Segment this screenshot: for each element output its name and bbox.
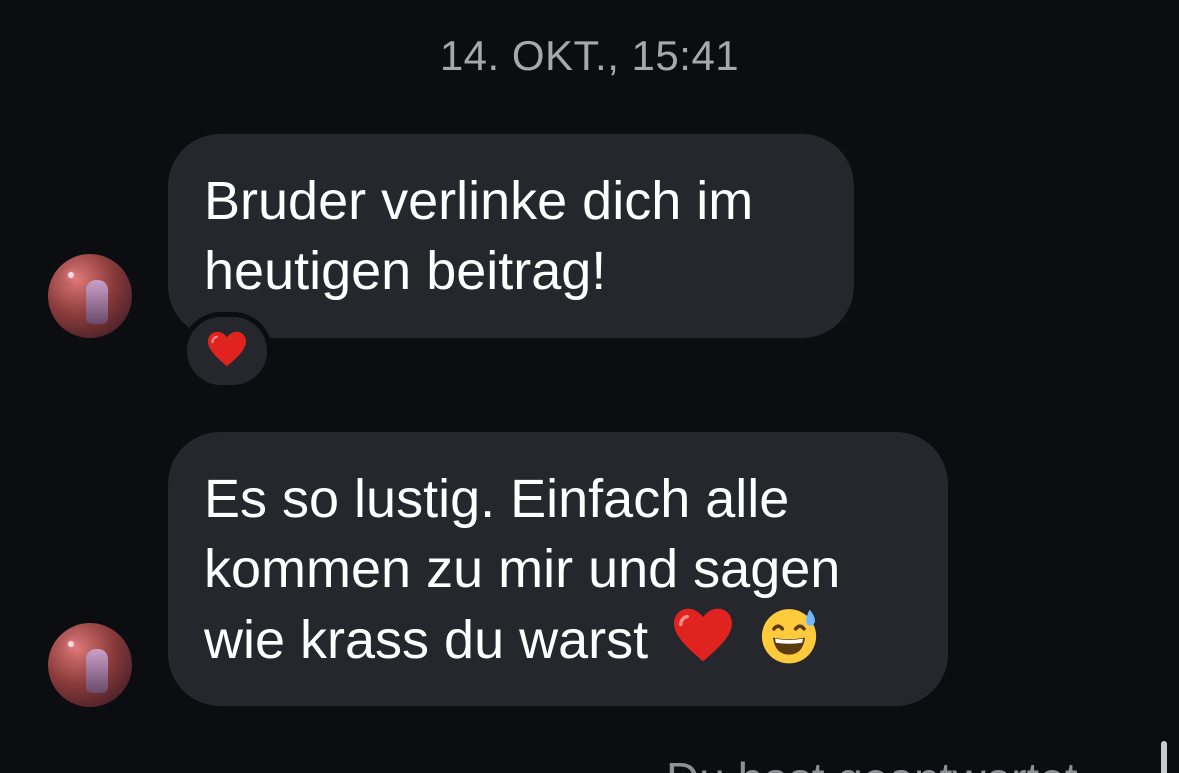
message-text-line: kommen zu mir und sagen — [204, 539, 841, 599]
avatar-detail — [86, 649, 108, 693]
message-text-line: wie krass du warst — [204, 609, 649, 670]
scrollbar[interactable] — [1161, 741, 1167, 773]
message-text-line-with-emoji: wie krass du warst — [204, 604, 912, 683]
grinning-sweat-icon — [758, 604, 820, 683]
message-text-line: Bruder verlinke dich im — [204, 171, 754, 231]
reaction-badge[interactable] — [182, 312, 272, 390]
avatar-detail — [68, 641, 74, 647]
avatar-detail — [86, 280, 108, 324]
message-text-line: heutigen beitrag! — [204, 241, 607, 301]
heart-icon — [206, 330, 248, 373]
message-bubble[interactable]: Es so lustig. Einfach alle kommen zu mir… — [168, 432, 948, 706]
reply-status-text: Du hast geantwortet — [666, 752, 1078, 773]
red-heart-icon — [671, 606, 735, 681]
message-text-line: Es so lustig. Einfach alle — [204, 469, 790, 529]
chat-screen: 14. OKT., 15:41 Bruder verlinke dich im … — [0, 0, 1179, 773]
message-timestamp: 14. OKT., 15:41 — [439, 32, 740, 79]
avatar-detail — [68, 272, 74, 278]
sender-avatar[interactable] — [48, 623, 132, 707]
sender-avatar[interactable] — [48, 254, 132, 338]
message-bubble[interactable]: Bruder verlinke dich im heutigen beitrag… — [168, 134, 854, 338]
